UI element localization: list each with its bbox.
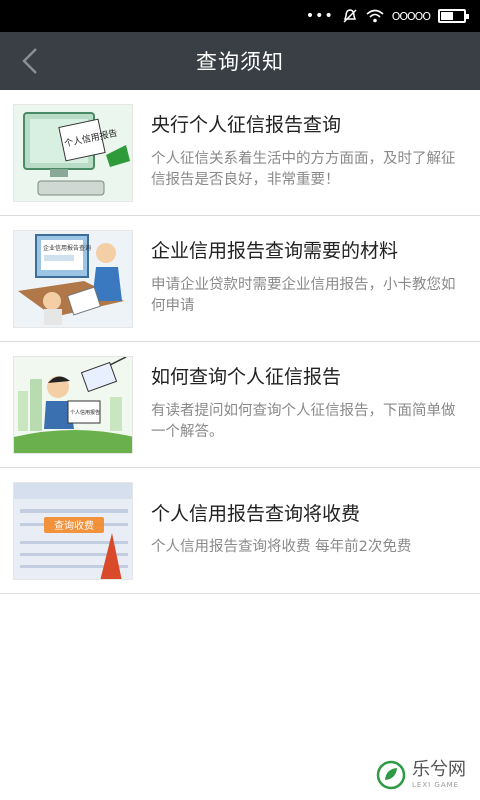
title-bar: 查询须知: [0, 32, 480, 90]
watermark: 乐兮网 LEXI GAME: [376, 760, 466, 790]
item-title: 如何查询个人征信报告: [151, 366, 342, 389]
status-bar: ••• OOOOO: [0, 0, 480, 32]
item-description: 个人征信关系着生活中的方方面面，及时了解征信报告是否良好，非常重要！: [151, 150, 456, 188]
signal-icon: OOOOO: [391, 9, 431, 23]
leaf-logo-icon: [376, 760, 406, 790]
page-title: 查询须知: [196, 50, 284, 74]
wifi-icon: [366, 9, 384, 23]
watermark-subtext: LEXI GAME: [412, 781, 460, 789]
watermark-text: 乐兮网: [412, 759, 466, 780]
item-description: 申请企业贷款时需要企业信用报告，小卡教您如何申请: [151, 276, 456, 314]
notification-dots: •••: [305, 8, 334, 24]
list-item[interactable]: 个人信用报告 如何查询个人征信报告 有读者提问如何查询个人征信报告，下面简单做一…: [0, 342, 480, 468]
thumb-label: 个人信用报告: [70, 409, 100, 416]
article-list: 个人信用报告 央行个人征信报告查询 个人征信关系着生活中的方方面面，及时了解征信…: [0, 90, 480, 594]
chevron-left-icon: [22, 48, 37, 74]
item-title: 个人信用报告查询将收费: [151, 502, 361, 525]
article-thumbnail: 个人信用报告: [13, 103, 133, 202]
back-button[interactable]: [10, 32, 50, 90]
item-title: 央行个人征信报告查询: [151, 114, 342, 137]
list-item[interactable]: 企业信用报告查询 企业信用报告查询需要的材料 申请企业贷款时需要企业信用报告，小…: [0, 216, 480, 342]
mute-icon: [342, 8, 358, 24]
list-item[interactable]: 个人信用报告 央行个人征信报告查询 个人征信关系着生活中的方方面面，及时了解征信…: [0, 90, 480, 216]
list-item[interactable]: 查询收费 个人信用报告查询将收费 个人信用报告查询将收费 每年前2次免费: [0, 468, 480, 594]
article-thumbnail: 个人信用报告: [13, 355, 133, 454]
item-description: 有读者提问如何查询个人征信报告，下面简单做一个解答。: [151, 402, 456, 440]
article-thumbnail: 查询收费: [13, 481, 133, 580]
item-description: 个人信用报告查询将收费 每年前2次免费: [151, 539, 412, 556]
item-title: 企业信用报告查询需要的材料: [151, 240, 399, 263]
battery-icon: [438, 9, 469, 23]
article-thumbnail: 企业信用报告查询: [13, 229, 133, 328]
thumb-label: 查询收费: [54, 519, 94, 532]
thumb-label: 企业信用报告查询: [43, 244, 91, 252]
